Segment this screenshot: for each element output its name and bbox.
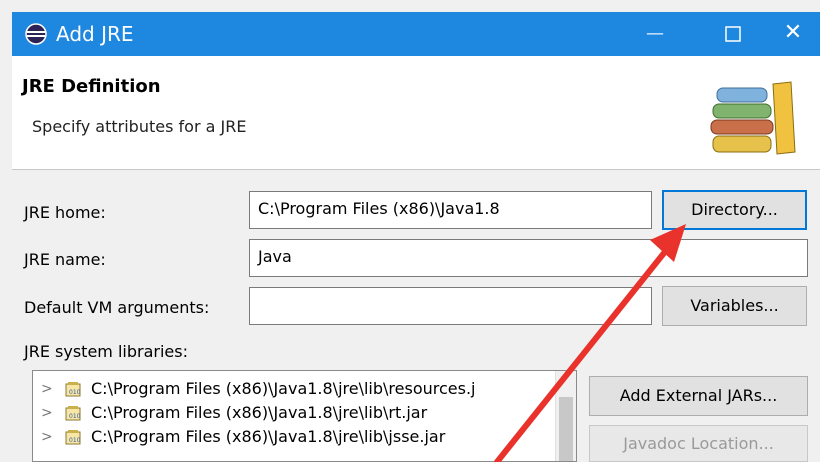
- list-scrollbar[interactable]: [555, 371, 576, 461]
- libraries-label: JRE system libraries:: [24, 342, 188, 361]
- jre-name-input[interactable]: Java: [249, 239, 808, 277]
- library-path: C:\Program Files (x86)\Java1.8\jre\lib\r…: [91, 403, 428, 422]
- jre-name-label: JRE name:: [24, 250, 106, 269]
- jre-home-label: JRE home:: [24, 203, 106, 222]
- jar-icon: 010: [65, 430, 81, 445]
- eclipse-icon: [25, 23, 47, 45]
- maximize-button[interactable]: [718, 20, 748, 48]
- libraries-list[interactable]: > 010 C:\Program Files (x86)\Java1.8\jre…: [32, 370, 577, 462]
- variables-button[interactable]: Variables...: [662, 286, 807, 326]
- scrollbar-thumb[interactable]: [559, 397, 573, 461]
- title-bar: Add JRE — ✕: [12, 12, 820, 56]
- window-edge: [0, 12, 12, 462]
- library-books-icon: [710, 81, 796, 155]
- library-path: C:\Program Files (x86)\Java1.8\jre\lib\r…: [91, 379, 476, 398]
- header-panel: JRE Definition Specify attributes for a …: [12, 56, 820, 170]
- vm-arguments-label: Default VM arguments:: [24, 298, 210, 317]
- jre-home-input[interactable]: C:\Program Files (x86)\Java1.8: [249, 191, 652, 229]
- minimize-button[interactable]: —: [640, 20, 670, 48]
- list-item[interactable]: > 010 C:\Program Files (x86)\Java1.8\jre…: [33, 377, 558, 401]
- window-title: Add JRE: [56, 22, 134, 46]
- vm-arguments-input[interactable]: [249, 287, 652, 325]
- directory-button[interactable]: Directory...: [662, 190, 807, 230]
- list-item[interactable]: > 010 C:\Program Files (x86)\Java1.8\jre…: [33, 401, 558, 425]
- svg-text:010: 010: [69, 413, 81, 420]
- page-title: JRE Definition: [22, 76, 161, 97]
- chevron-right-icon[interactable]: >: [41, 401, 53, 425]
- chevron-right-icon[interactable]: >: [41, 425, 53, 449]
- add-external-jars-button[interactable]: Add External JARs...: [589, 376, 808, 416]
- page-description: Specify attributes for a JRE: [32, 117, 247, 136]
- list-item[interactable]: > 010 C:\Program Files (x86)\Java1.8\jre…: [33, 425, 558, 449]
- svg-text:010: 010: [69, 437, 81, 444]
- jar-icon: 010: [65, 406, 81, 421]
- svg-text:010: 010: [69, 389, 81, 396]
- close-button[interactable]: ✕: [776, 18, 810, 48]
- chevron-right-icon[interactable]: >: [41, 377, 53, 401]
- javadoc-location-button[interactable]: Javadoc Location...: [589, 425, 808, 462]
- jar-icon: 010: [65, 382, 81, 397]
- library-path: C:\Program Files (x86)\Java1.8\jre\lib\j…: [91, 427, 446, 446]
